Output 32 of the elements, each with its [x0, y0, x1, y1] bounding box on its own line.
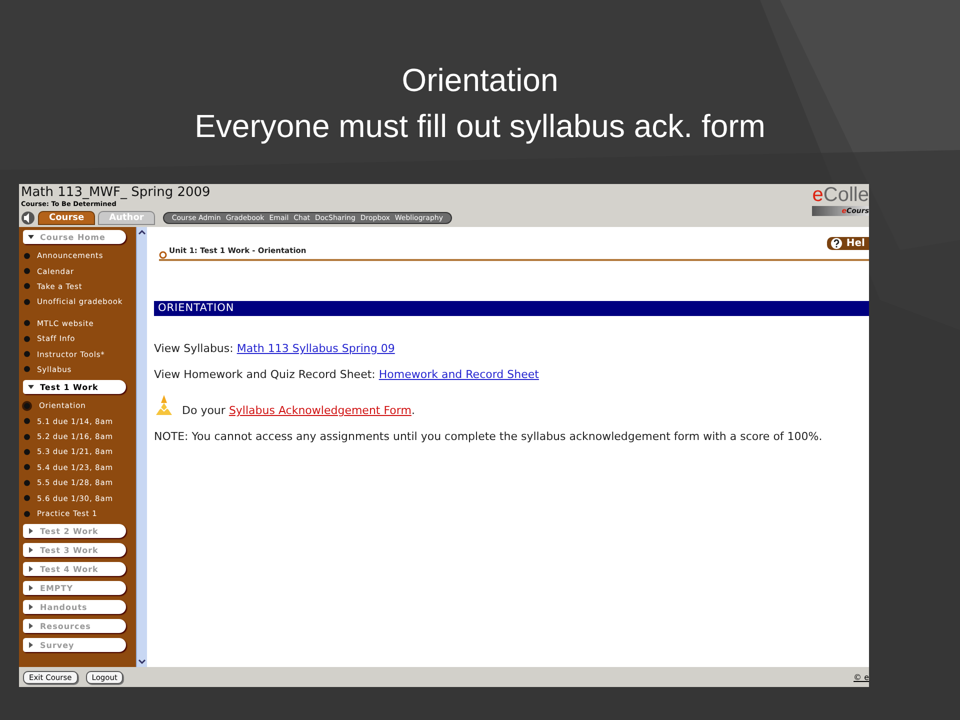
- scroll-up-icon[interactable]: [137, 227, 147, 237]
- caret-down-icon: [28, 234, 34, 240]
- link[interactable]: Math 113 Syllabus Spring 09: [236, 342, 395, 355]
- pyramid-icon: [154, 395, 174, 417]
- instruction-text: Do your Syllabus Acknowledgement Form.: [182, 404, 415, 417]
- link[interactable]: Homework and Record Sheet: [378, 368, 539, 381]
- slide-title: Orientation: [402, 61, 558, 100]
- section-heading: ORIENTATION: [154, 301, 869, 316]
- note-text: NOTE: You cannot access any assignments until you complete the syllabus acknowledgement form with a score of 100%.: [154, 430, 824, 443]
- nav-tab[interactable]: Course: [38, 211, 96, 225]
- link[interactable]: Syllabus Acknowledgement Form: [228, 404, 412, 417]
- scroll-down-icon[interactable]: [137, 657, 147, 667]
- caret-right-icon: [28, 547, 34, 554]
- label: View Syllabus:: [154, 342, 234, 355]
- logo: eColle: [812, 184, 869, 205]
- caret-right-icon: [28, 528, 34, 534]
- course-title: Math 113_MWF_ Spring 2009: [21, 186, 212, 200]
- caret-right-icon: [28, 642, 34, 648]
- scrollbar[interactable]: [136, 227, 147, 667]
- caret-down-icon: [28, 384, 34, 390]
- caret-right-icon: [28, 623, 34, 630]
- copyright-link[interactable]: © e: [854, 672, 869, 682]
- slide-title: Everyone must fill out syllabus ack. form: [194, 107, 766, 146]
- help-button[interactable]: Hel: [827, 237, 869, 250]
- speaker-icon[interactable]: [21, 211, 35, 225]
- label: View Homework and Quiz Record Sheet:: [154, 368, 376, 381]
- section-header[interactable]: Test 1 Work: [23, 380, 126, 394]
- caret-right-icon: [28, 585, 34, 592]
- caret-right-icon: [28, 604, 34, 610]
- circle-icon: [159, 251, 167, 259]
- question-icon: [831, 238, 842, 249]
- caret-right-icon: [28, 566, 34, 572]
